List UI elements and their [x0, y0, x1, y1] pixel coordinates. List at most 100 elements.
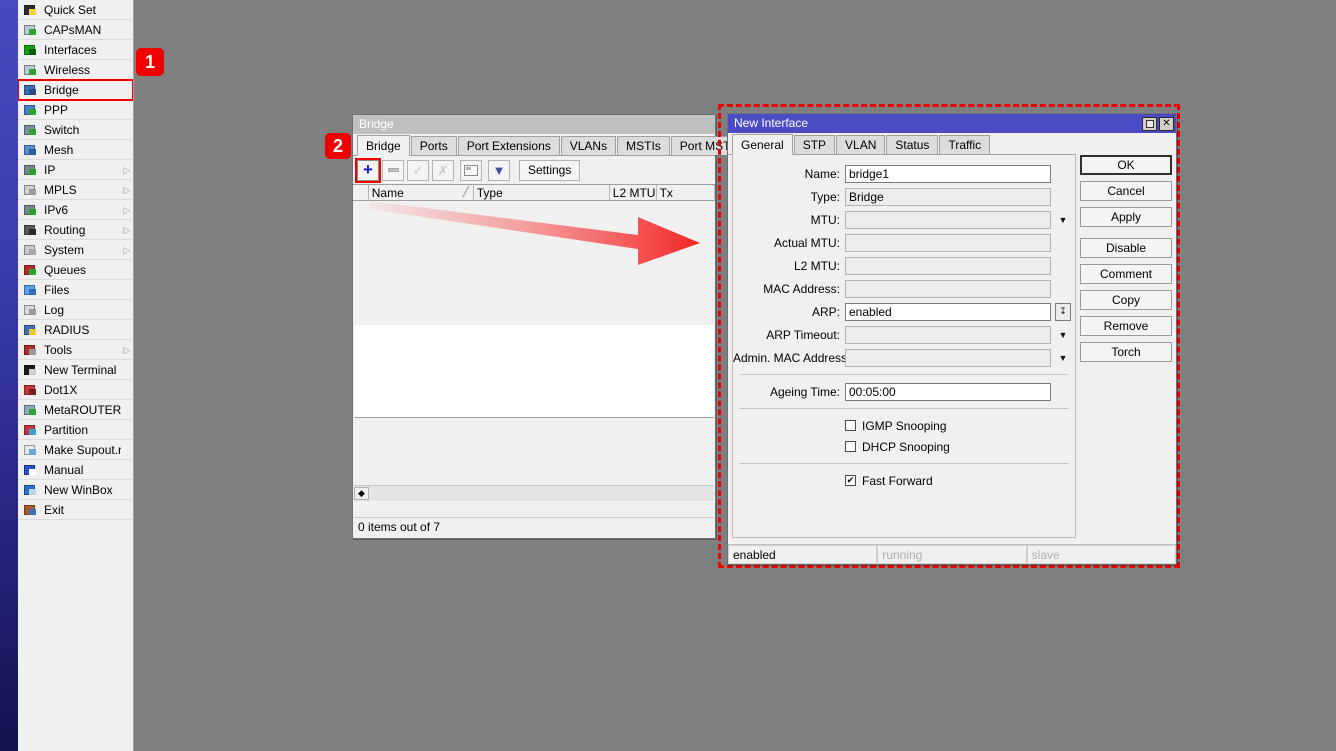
settings-button[interactable]: Settings [519, 160, 580, 181]
filter-button[interactable]: ▼ [488, 160, 510, 181]
sidebar-item-mesh[interactable]: Mesh [18, 140, 133, 160]
bridge-horizontal-scrollbar[interactable]: ◆ [354, 485, 714, 501]
sidebar-item-capsman[interactable]: CAPsMAN [18, 20, 133, 40]
dialog-statusbar: enabledrunningslave [728, 544, 1176, 564]
checkbox-dhcp-snooping[interactable] [845, 441, 856, 452]
tab-vlans[interactable]: VLANs [561, 136, 616, 155]
dialog-titlebar[interactable]: New Interface ✕ [728, 114, 1176, 133]
tab-status[interactable]: Status [886, 135, 938, 154]
bridge-list-area[interactable] [354, 325, 714, 418]
sidebar-item-metarouter[interactable]: MetaROUTER [18, 400, 133, 420]
field-input-arp[interactable]: enabled [845, 303, 1051, 321]
sidebar-item-new-terminal[interactable]: New Terminal [18, 360, 133, 380]
field-input-ageing-time[interactable]: 00:05:00 [845, 383, 1051, 401]
sidebar-item-files[interactable]: Files [18, 280, 133, 300]
disable-button[interactable]: Disable [1080, 238, 1172, 258]
column-header-name[interactable]: Name╱ [369, 185, 474, 200]
checkbox-row-dhcp-snooping[interactable]: DHCP Snooping [733, 436, 1075, 457]
tab-vlan[interactable]: VLAN [836, 135, 885, 154]
sidebar-item-label: Files [44, 280, 121, 300]
sidebar-item-ppp[interactable]: PPP [18, 100, 133, 120]
ipv6-icon [22, 202, 40, 218]
sidebar-item-exit[interactable]: Exit [18, 500, 133, 520]
tab-ports[interactable]: Ports [411, 136, 457, 155]
field-input-name[interactable]: bridge1 [845, 165, 1051, 183]
checkbox-igmp-snooping[interactable] [845, 420, 856, 431]
field-input-l2-mtu[interactable] [845, 257, 1051, 275]
ok-button[interactable]: OK [1080, 155, 1172, 175]
switch-icon [22, 122, 40, 138]
comment-button[interactable] [460, 160, 482, 181]
field-input-arp-timeout[interactable] [845, 326, 1051, 344]
dialog-title: New Interface [734, 114, 1140, 133]
field-input-actual-mtu[interactable] [845, 234, 1051, 252]
chevron-down-icon[interactable]: ▼ [1055, 349, 1071, 367]
tab-traffic[interactable]: Traffic [939, 135, 990, 154]
divider [739, 463, 1069, 464]
sidebar-item-interfaces[interactable]: Interfaces [18, 40, 133, 60]
remove-button[interactable]: Remove [1080, 316, 1172, 336]
field-row-actual-mtu: Actual MTU: [733, 232, 1075, 253]
sidebar-item-mpls[interactable]: MPLS▷ [18, 180, 133, 200]
checkbox-row-igmp-snooping[interactable]: IGMP Snooping [733, 415, 1075, 436]
torch-button[interactable]: Torch [1080, 342, 1172, 362]
tab-stp[interactable]: STP [794, 135, 835, 154]
sidebar-item-ipv6[interactable]: IPv6▷ [18, 200, 133, 220]
sidebar-item-radius[interactable]: RADIUS [18, 320, 133, 340]
field-input-mac-address[interactable] [845, 280, 1051, 298]
sidebar-item-label: Manual [44, 460, 121, 480]
tools-icon [22, 342, 40, 358]
checkbox-row-fast-forward[interactable]: Fast Forward [733, 470, 1075, 491]
dropdown-toggle-button[interactable]: ↧ [1055, 303, 1071, 321]
sidebar-item-new-winbox[interactable]: New WinBox [18, 480, 133, 500]
sidebar-item-wireless[interactable]: Wireless [18, 60, 133, 80]
field-input-admin-mac-address[interactable] [845, 349, 1051, 367]
sidebar-item-manual[interactable]: Manual [18, 460, 133, 480]
field-input-type[interactable]: Bridge [845, 188, 1051, 206]
sidebar-item-label: CAPsMAN [44, 20, 121, 40]
copy-button[interactable]: Copy [1080, 290, 1172, 310]
comment-button[interactable]: Comment [1080, 264, 1172, 284]
sidebar-item-tools[interactable]: Tools▷ [18, 340, 133, 360]
sidebar-item-label: Quick Set [44, 0, 121, 20]
cancel-button[interactable]: Cancel [1080, 181, 1172, 201]
sidebar-item-switch[interactable]: Switch [18, 120, 133, 140]
scroll-left-icon[interactable]: ◆ [354, 487, 369, 500]
sidebar-item-ip[interactable]: IP▷ [18, 160, 133, 180]
enable-bridge-button[interactable]: ✓ [407, 160, 429, 181]
sidebar-item-log[interactable]: Log [18, 300, 133, 320]
column-header-l2-mtu[interactable]: L2 MTU [610, 185, 657, 200]
sidebar-item-routing[interactable]: Routing▷ [18, 220, 133, 240]
tab-general[interactable]: General [732, 134, 793, 155]
tab-mstis[interactable]: MSTIs [617, 136, 670, 155]
tab-bridge[interactable]: Bridge [357, 135, 410, 156]
field-row-arp-timeout: ARP Timeout:▼ [733, 324, 1075, 345]
sidebar-item-bridge[interactable]: Bridge [18, 80, 133, 100]
column-header-type[interactable]: Type [474, 185, 610, 200]
sidebar-item-queues[interactable]: Queues [18, 260, 133, 280]
sidebar-item-label: New WinBox [44, 480, 121, 500]
bridge-window-titlebar[interactable]: Bridge [353, 115, 715, 134]
sidebar-item-label: Routing [44, 220, 121, 240]
sidebar-item-dot1x[interactable]: Dot1X [18, 380, 133, 400]
chevron-down-icon[interactable]: ▼ [1055, 326, 1071, 344]
sidebar-item-partition[interactable]: Partition [18, 420, 133, 440]
field-row-mtu: MTU:▼ [733, 209, 1075, 230]
close-icon[interactable]: ✕ [1159, 117, 1174, 131]
sidebar-item-system[interactable]: System▷ [18, 240, 133, 260]
apply-button[interactable]: Apply [1080, 207, 1172, 227]
sidebar-item-make-supout-rif[interactable]: Make Supout.rif [18, 440, 133, 460]
add-bridge-button[interactable]: + [357, 160, 379, 181]
field-input-mtu[interactable] [845, 211, 1051, 229]
checkbox-fast-forward[interactable] [845, 475, 856, 486]
column-header-tx[interactable]: Tx [657, 185, 715, 200]
tab-port-extensions[interactable]: Port Extensions [458, 136, 560, 155]
submenu-chevron-icon: ▷ [121, 200, 133, 220]
remove-bridge-button[interactable] [382, 160, 404, 181]
field-label-admin-mac-address: Admin. MAC Address: [733, 351, 845, 365]
maximize-icon[interactable] [1142, 117, 1157, 131]
disable-bridge-button[interactable]: ✗ [432, 160, 454, 181]
chevron-down-icon[interactable]: ▼ [1055, 211, 1071, 229]
sidebar-item-quick-set[interactable]: Quick Set [18, 0, 133, 20]
sidebar-item-label: Log [44, 300, 121, 320]
